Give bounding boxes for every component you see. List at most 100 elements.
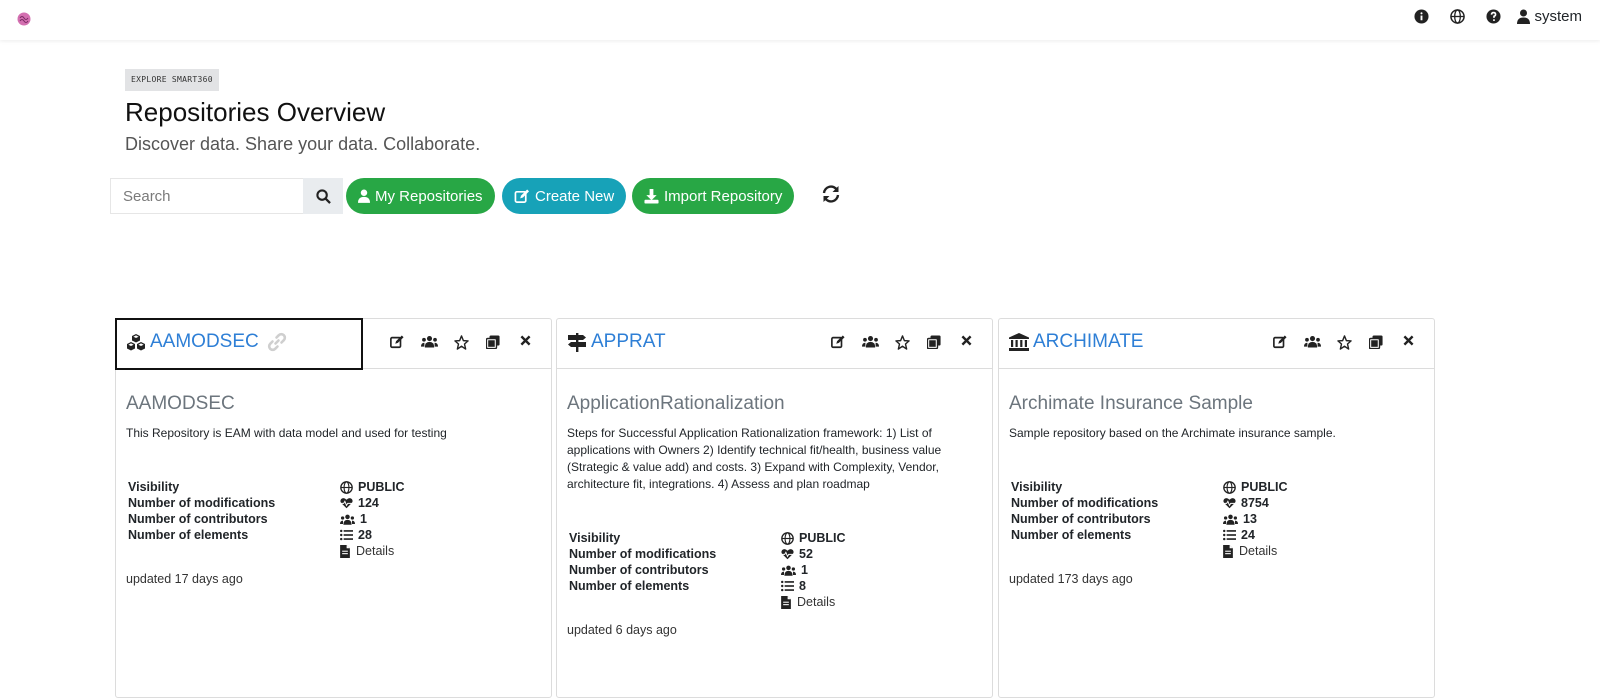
globe-icon <box>781 531 794 545</box>
users-icon <box>340 514 355 525</box>
card-actions <box>822 335 982 350</box>
star-icon[interactable] <box>445 335 477 350</box>
navbar-right: system <box>1393 8 1582 25</box>
page-subtitle: Discover data. Share your data. Collabor… <box>125 134 481 154</box>
modifications-label: Number of modifications <box>569 547 717 561</box>
details-link[interactable]: Details <box>1223 544 1424 558</box>
users-icon <box>1223 514 1238 525</box>
edit-icon[interactable] <box>822 335 854 350</box>
modifications-value: 8754 <box>1223 496 1424 510</box>
clone-icon[interactable] <box>477 335 509 350</box>
repository-description: Steps for Successful Application Rationa… <box>567 426 942 491</box>
elements-value: 8 <box>781 579 982 593</box>
card-header: APPRAT <box>557 319 992 369</box>
globe-icon <box>1223 480 1236 494</box>
globe-icon[interactable] <box>1449 9 1465 25</box>
contributors-value: 1 <box>781 563 982 577</box>
visibility-label: Visibility <box>569 531 621 545</box>
elements-label: Number of elements <box>128 528 249 542</box>
heartbeat-icon <box>781 549 794 560</box>
user-icon <box>358 189 370 203</box>
file-icon <box>340 544 350 558</box>
user-menu[interactable]: system <box>1517 8 1582 25</box>
star-icon[interactable] <box>886 335 918 350</box>
focus-outline <box>115 318 363 370</box>
modifications-value: 124 <box>340 496 541 510</box>
details-link[interactable]: Details <box>340 544 541 558</box>
star-icon[interactable] <box>1328 335 1360 350</box>
brain-logo-icon[interactable] <box>16 11 32 27</box>
repository-name: Archimate Insurance Sample <box>1009 393 1253 414</box>
close-icon[interactable] <box>950 335 982 350</box>
contributors-value: 13 <box>1223 512 1424 526</box>
visibility-value: PUBLIC <box>1223 480 1424 494</box>
search-icon <box>315 188 331 204</box>
card-body: Archimate Insurance Sample Sample reposi… <box>999 393 1434 586</box>
repository-stats: Visibility PUBLIC Number of modification… <box>126 480 541 558</box>
clone-icon[interactable] <box>918 335 950 350</box>
import-repository-button[interactable]: Import Repository <box>632 178 795 214</box>
modifications-label: Number of modifications <box>128 496 276 510</box>
info-icon[interactable] <box>1413 9 1429 25</box>
close-icon[interactable] <box>509 335 541 350</box>
elements-label: Number of elements <box>1011 528 1132 542</box>
list-icon <box>340 529 353 541</box>
card-body: AAMODSEC This Repository is EAM with dat… <box>116 393 551 586</box>
card-header: AAMODSEC <box>115 318 551 370</box>
download-icon <box>644 188 659 204</box>
edit-icon[interactable] <box>1264 335 1296 350</box>
repository-title-link[interactable]: ARCHIMATE <box>1009 331 1143 353</box>
search-group <box>110 178 343 214</box>
repository-title-link[interactable]: APPRAT <box>567 331 666 353</box>
repository-code[interactable]: APPRAT <box>591 331 666 353</box>
repository-description: Sample repository based on the Archimate… <box>1009 426 1336 440</box>
refresh-icon[interactable] <box>820 183 842 205</box>
list-icon <box>1223 529 1236 541</box>
users-icon[interactable] <box>854 335 886 350</box>
card-actions <box>1264 335 1424 350</box>
explore-badge: EXPLORE SMART360 <box>125 69 219 91</box>
search-button[interactable] <box>303 178 343 214</box>
close-icon[interactable] <box>1392 335 1424 350</box>
list-icon <box>781 580 794 592</box>
details-link[interactable]: Details <box>781 595 982 609</box>
contributors-label: Number of contributors <box>128 512 268 526</box>
repository-stats: Visibility PUBLIC Number of modification… <box>567 531 982 609</box>
top-navbar: system <box>0 0 1600 40</box>
edit-icon[interactable] <box>381 335 413 350</box>
page-title: Repositories Overview <box>125 97 386 127</box>
heartbeat-icon <box>1223 498 1236 509</box>
search-input[interactable] <box>110 178 303 214</box>
repository-code[interactable]: ARCHIMATE <box>1033 331 1143 353</box>
updated-timestamp: updated 173 days ago <box>1009 572 1133 586</box>
modifications-value: 52 <box>781 547 982 561</box>
repository-card-apprat: APPRAT ApplicationRationalization Steps … <box>556 318 993 698</box>
file-icon <box>781 595 791 609</box>
card-header: ARCHIMATE <box>999 319 1434 369</box>
card-actions <box>381 335 541 350</box>
repository-description: This Repository is EAM with data model a… <box>126 426 447 440</box>
visibility-label: Visibility <box>1011 480 1063 494</box>
repository-stats: Visibility PUBLIC Number of modification… <box>1009 480 1424 558</box>
signpost-icon <box>567 332 587 352</box>
visibility-value: PUBLIC <box>340 480 541 494</box>
users-icon <box>781 565 796 576</box>
repository-card-aamodsec: AAMODSEC AAMODSEC This Repository is EAM… <box>115 318 552 698</box>
users-icon[interactable] <box>1296 335 1328 350</box>
users-icon[interactable] <box>413 335 445 350</box>
heartbeat-icon <box>340 498 353 509</box>
file-icon <box>1223 544 1233 558</box>
elements-label: Number of elements <box>569 579 690 593</box>
edit-icon <box>514 188 530 203</box>
visibility-label: Visibility <box>128 480 180 494</box>
user-icon <box>1517 9 1531 24</box>
bank-icon <box>1009 333 1029 351</box>
repository-name: AAMODSEC <box>126 393 235 414</box>
clone-icon[interactable] <box>1360 335 1392 350</box>
globe-icon <box>340 480 353 494</box>
help-icon[interactable] <box>1485 9 1501 25</box>
updated-timestamp: updated 6 days ago <box>567 623 677 637</box>
my-repositories-button[interactable]: My Repositories <box>346 178 495 214</box>
contributors-label: Number of contributors <box>569 563 709 577</box>
create-new-button[interactable]: Create New <box>502 178 627 214</box>
